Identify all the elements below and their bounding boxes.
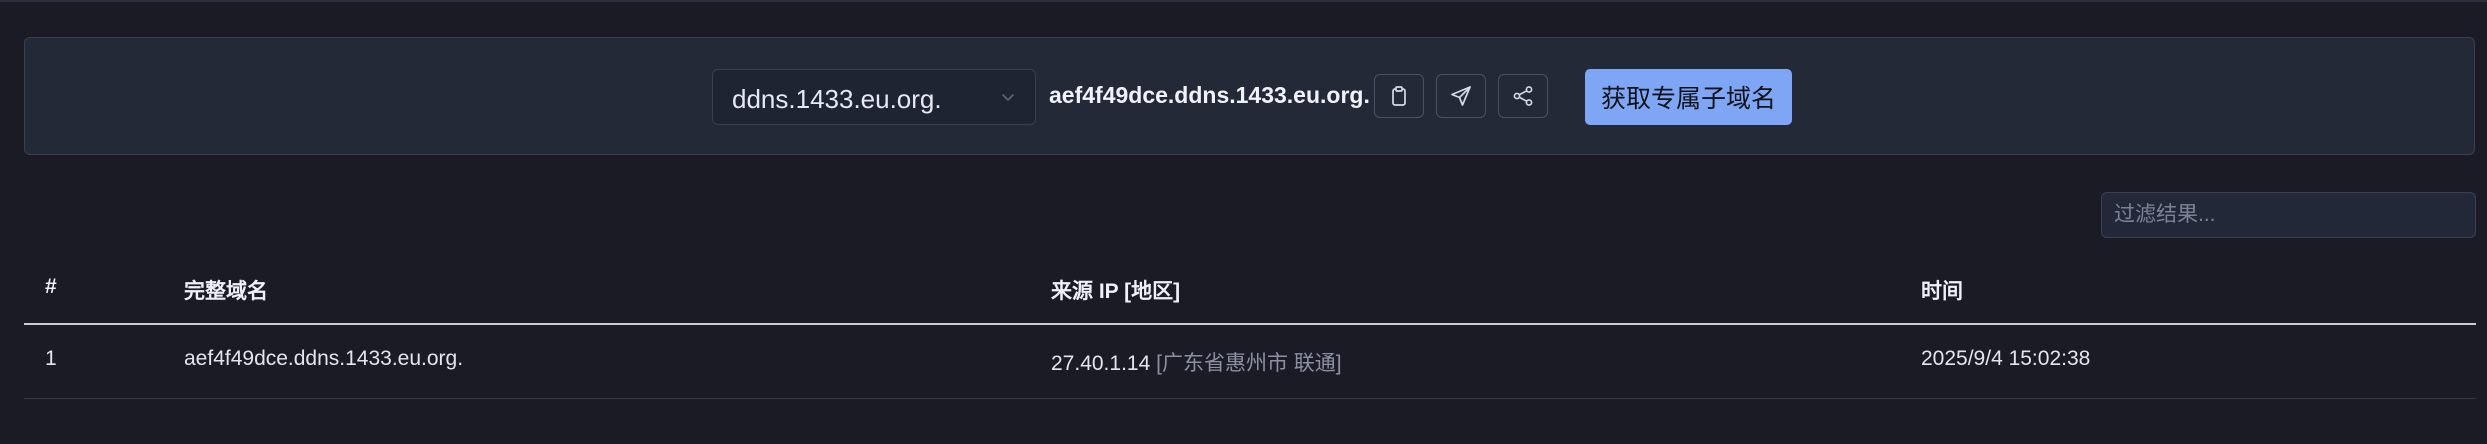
control-panel: ddns.1433.eu.org. aef4f49dce.ddns.1433.e… — [24, 37, 2475, 155]
share-icon — [1513, 86, 1533, 106]
copy-button[interactable] — [1374, 74, 1424, 118]
generated-domain: aef4f49dce.ddns.1433.eu.org. — [1049, 82, 1370, 108]
filter-input[interactable] — [2101, 192, 2476, 238]
page: ddns.1433.eu.org. aef4f49dce.ddns.1433.e… — [0, 0, 2487, 444]
get-subdomain-button[interactable]: 获取专属子域名 — [1585, 69, 1792, 125]
results-table: # 完整域名 来源 IP [地区] 时间 1 aef4f49dce.ddns.1… — [24, 257, 2476, 399]
row-index: 1 — [45, 347, 57, 370]
header-source-ip: 来源 IP [地区] — [1051, 280, 1181, 303]
chevron-down-icon — [1002, 94, 1014, 101]
header-index: # — [45, 275, 57, 298]
clipboard-icon — [1392, 86, 1406, 106]
row-domain: aef4f49dce.ddns.1433.eu.org. — [184, 347, 464, 370]
table-row: 1 aef4f49dce.ddns.1433.eu.org. 27.40.1.1… — [24, 325, 2476, 399]
domain-select[interactable]: ddns.1433.eu.org. — [712, 69, 1036, 125]
row-ip: 27.40.1.14 — [1051, 352, 1151, 375]
send-button[interactable] — [1436, 74, 1486, 118]
share-button[interactable] — [1498, 74, 1548, 118]
header-full-domain: 完整域名 — [184, 280, 268, 303]
row-time: 2025/9/4 15:02:38 — [1921, 347, 2091, 370]
table-header: # 完整域名 来源 IP [地区] 时间 — [24, 257, 2476, 325]
top-divider — [0, 0, 2487, 2]
domain-select-value: ddns.1433.eu.org. — [732, 84, 942, 114]
row-region: [广东省惠州市 联通] — [1156, 352, 1342, 375]
row-source-ip: 27.40.1.14 [广东省惠州市 联通] — [1051, 347, 1342, 377]
send-icon — [1451, 86, 1471, 106]
header-time: 时间 — [1921, 280, 1963, 303]
